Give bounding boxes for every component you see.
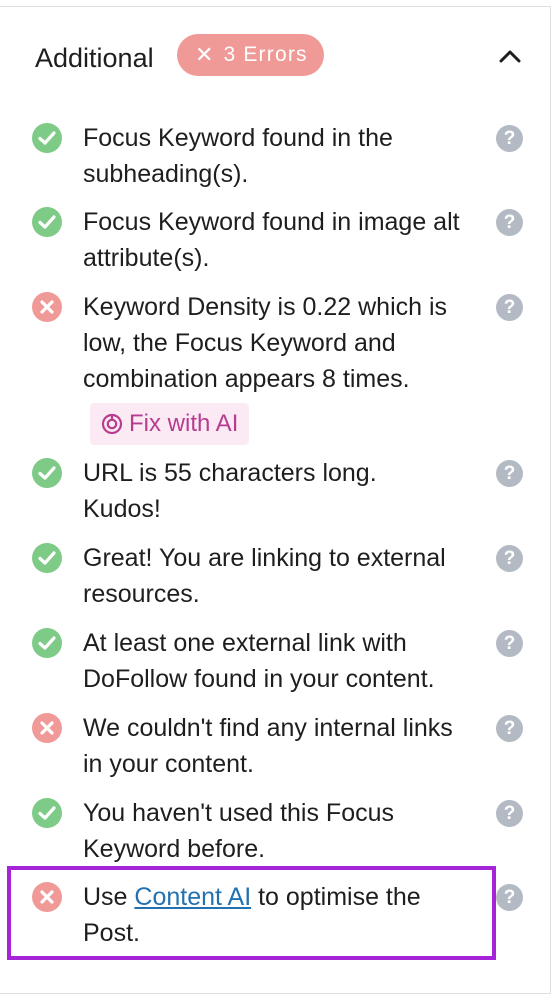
help-icon[interactable]: ? xyxy=(496,209,523,236)
check-item: Focus Keyword found in the subheading(s)… xyxy=(32,120,527,196)
check-pass-icon xyxy=(32,543,62,573)
help-icon[interactable]: ? xyxy=(496,294,523,321)
check-text: We couldn't find any internal links in y… xyxy=(83,714,453,778)
help-icon[interactable]: ? xyxy=(496,125,523,152)
check-fail-icon xyxy=(32,292,62,322)
fix-with-ai-label: Fix with AI xyxy=(129,410,239,437)
section-header[interactable]: Additional ✕ 3 Errors xyxy=(35,34,525,80)
check-item: Focus Keyword found in image alt attribu… xyxy=(32,204,527,280)
check-item: We couldn't find any internal links in y… xyxy=(32,710,527,786)
check-text: You haven't used this Focus Keyword befo… xyxy=(83,799,394,863)
help-icon[interactable]: ? xyxy=(496,460,523,487)
help-icon[interactable]: ? xyxy=(496,545,523,572)
check-pass-icon xyxy=(32,123,62,153)
fix-with-ai-button[interactable]: Fix with AI xyxy=(90,403,250,445)
section-title: Additional xyxy=(35,43,154,73)
highlight-box xyxy=(7,866,496,960)
help-icon[interactable]: ? xyxy=(496,630,523,657)
help-icon[interactable]: ? xyxy=(496,800,523,827)
content-ai-icon xyxy=(101,413,123,435)
help-icon[interactable]: ? xyxy=(496,715,523,742)
check-pass-icon xyxy=(32,798,62,828)
check-text: At least one external link with DoFollow… xyxy=(83,629,435,693)
error-count-label: 3 Errors xyxy=(223,43,308,66)
check-text: Great! You are linking to external resou… xyxy=(83,544,446,608)
error-count-badge: ✕ 3 Errors xyxy=(177,34,324,76)
check-fail-icon xyxy=(32,713,62,743)
check-item: Great! You are linking to external resou… xyxy=(32,540,527,616)
check-text: Keyword Density is 0.22 which is low, th… xyxy=(83,293,448,393)
check-text: Focus Keyword found in the subheading(s)… xyxy=(83,124,393,188)
check-item: At least one external link with DoFollow… xyxy=(32,625,527,701)
check-text: URL is 55 characters long. Kudos! xyxy=(83,459,377,523)
close-icon: ✕ xyxy=(195,42,214,67)
check-item: URL is 55 characters long. Kudos! ? xyxy=(32,455,527,531)
check-item: Keyword Density is 0.22 which is low, th… xyxy=(32,289,527,449)
help-icon[interactable]: ? xyxy=(496,884,523,911)
check-pass-icon xyxy=(32,207,62,237)
check-item: You haven't used this Focus Keyword befo… xyxy=(32,795,527,871)
check-pass-icon xyxy=(32,458,62,488)
check-text: Focus Keyword found in image alt attribu… xyxy=(83,208,460,272)
chevron-up-icon[interactable] xyxy=(495,42,525,72)
check-pass-icon xyxy=(32,628,62,658)
